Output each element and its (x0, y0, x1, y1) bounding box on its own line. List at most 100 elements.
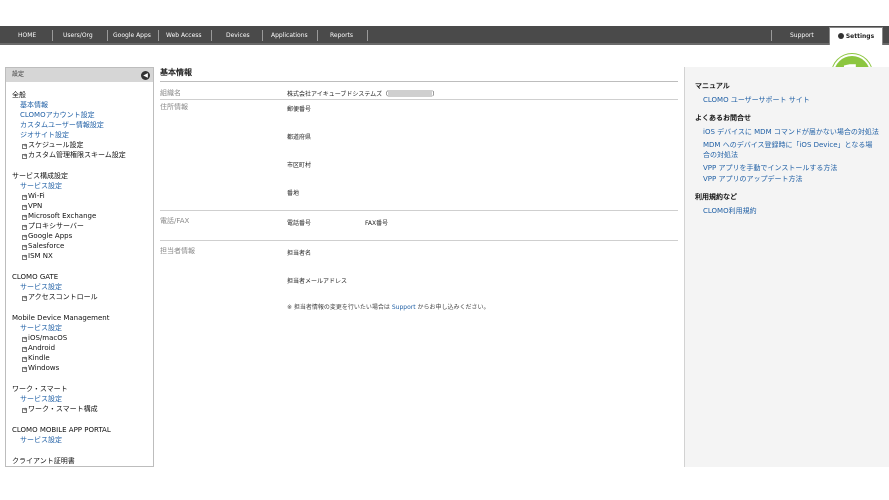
sidebar-header: 設定 ◀ (6, 68, 153, 82)
org-name-value: 株式会社アイキューブドシステムズ（ ） (287, 89, 438, 98)
sidebar-item-permission-scheme[interactable]: +カスタム管理権限スキーム設定 (12, 150, 153, 160)
nav-separator (107, 30, 108, 41)
city-field: 市区町村 (287, 162, 312, 169)
expand-icon: + (22, 143, 28, 149)
sidebar-item-worksmart-config[interactable]: +ワーク・スマート構成 (12, 404, 153, 414)
sidebar-item-access-control[interactable]: +アクセスコントロール (12, 292, 153, 302)
sidebar-link-account[interactable]: CLOMOアカウント設定 (12, 110, 153, 120)
sidebar-item-android[interactable]: +Android (12, 343, 153, 353)
sidebar-link-geosite[interactable]: ジオサイト設定 (12, 130, 153, 140)
nav-support[interactable]: Support (790, 26, 814, 45)
expand-icon: + (22, 204, 28, 210)
sidebar-item-label: Android (28, 344, 56, 352)
nav-devices[interactable]: Devices (226, 26, 250, 45)
sidebar-item-label: Wi-Fi (28, 192, 45, 200)
expand-icon: + (22, 254, 28, 260)
expand-icon: + (22, 356, 28, 362)
expand-icon: + (22, 336, 28, 342)
nav-separator (211, 30, 212, 41)
sidebar-item-label: Google Apps (28, 232, 73, 240)
sidebar-item-exchange[interactable]: +Microsoft Exchange (12, 211, 153, 221)
expand-icon: + (22, 194, 28, 200)
faq-link-vpp-update[interactable]: VPP アプリのアップデート方法 (695, 174, 879, 184)
nav-settings-tab[interactable]: Settings (829, 27, 883, 45)
nav-separator (262, 30, 263, 41)
faq-link-ios-device[interactable]: MDM へのデバイス登録時に「iOS Device」となる場合の対処法 (695, 140, 879, 160)
postal-code-field: 郵便番号 (287, 106, 312, 113)
sidebar-item-label: VPN (28, 202, 43, 210)
faq-link-mdm-command[interactable]: iOS デバイスに MDM コマンドが届かない場合の対処法 (695, 127, 879, 137)
sidebar-header-label: 設定 (12, 71, 25, 78)
sidebar-link-service-settings[interactable]: サービス設定 (12, 181, 153, 191)
nav-web-access[interactable]: Web Access (166, 26, 202, 45)
nav-applications[interactable]: Applications (271, 26, 308, 45)
sidebar-item-google-apps[interactable]: +Google Apps (12, 231, 153, 241)
sidebar-item-wifi[interactable]: +Wi-Fi (12, 191, 153, 201)
sidebar-link-gate-service[interactable]: サービス設定 (12, 282, 153, 292)
gear-icon (837, 33, 844, 39)
faq-link-vpp-install[interactable]: VPP アプリを手動でインストールする方法 (695, 163, 879, 173)
nav-separator (317, 30, 318, 41)
settings-sidebar: 設定 ◀ 全般 基本情報 CLOMOアカウント設定 カスタムユーザー情報設定 ジ… (5, 67, 154, 467)
page-title: 基本情報 (160, 67, 678, 82)
top-navigation: HOME Users/Org Google Apps Web Access De… (0, 26, 889, 45)
sidebar-link-basic-info[interactable]: 基本情報 (12, 100, 153, 110)
sidebar-section-title: クライアント証明書 (12, 457, 75, 465)
expand-icon: + (22, 214, 28, 220)
terms-heading: 利用規約など (695, 193, 737, 201)
sidebar-item-windows[interactable]: +Windows (12, 363, 153, 373)
row-divider (160, 210, 678, 211)
nav-reports[interactable]: Reports (330, 26, 353, 45)
nav-separator (367, 30, 368, 41)
row-divider (160, 99, 678, 100)
basic-info-panel: 基本情報 組織名 株式会社アイキューブドシステムズ（ ） 住所情報 郵便番号 都道… (160, 67, 678, 311)
sidebar-link-portal-service[interactable]: サービス設定 (12, 435, 153, 445)
sidebar-item-ism-nx[interactable]: +ISM NX (12, 251, 153, 261)
sidebar-item-label: iOS/macOS (28, 334, 68, 342)
sidebar-item-vpn[interactable]: +VPN (12, 201, 153, 211)
sidebar-link-custom-user[interactable]: カスタムユーザー情報設定 (12, 120, 153, 130)
expand-icon: + (22, 366, 28, 372)
nav-users-org[interactable]: Users/Org (63, 26, 93, 45)
note-text-suffix: からお申し込みください。 (417, 304, 490, 311)
help-panel: マニュアル CLOMO ユーザーサポート サイト よくあるお問合せ iOS デバ… (684, 67, 889, 467)
nav-google-apps[interactable]: Google Apps (113, 26, 151, 45)
sidebar-item-proxy[interactable]: +プロキシサーバー (12, 221, 153, 231)
contact-change-note: ※ 担当者情報の変更を行いたい場合は Support からお申し込みください。 (287, 302, 490, 311)
sidebar-item-label: Microsoft Exchange (28, 212, 97, 220)
redacted-mask (388, 90, 433, 97)
sidebar-item-salesforce[interactable]: +Salesforce (12, 241, 153, 251)
phone-fax-label: 電話/FAX (160, 217, 190, 225)
sidebar-item-ios-macos[interactable]: +iOS/macOS (12, 333, 153, 343)
sidebar-item-schedule[interactable]: +スケジュール設定 (12, 140, 153, 150)
collapse-sidebar-icon[interactable]: ◀ (141, 71, 150, 80)
terms-link[interactable]: CLOMO利用規約 (695, 206, 879, 216)
faq-heading: よくあるお問合せ (695, 114, 751, 122)
expand-icon: + (22, 346, 28, 352)
expand-icon: + (22, 407, 28, 413)
street-field: 番地 (287, 190, 300, 197)
sidebar-link-mdm-service[interactable]: サービス設定 (12, 323, 153, 333)
contact-name-field: 担当者名 (287, 250, 312, 257)
sidebar-section-title: CLOMO MOBILE APP PORTAL (12, 426, 111, 434)
sidebar-section-title: Mobile Device Management (12, 314, 110, 322)
sidebar-item-label: ISM NX (28, 252, 53, 260)
support-link[interactable]: Support (392, 304, 416, 311)
manual-link-support-site[interactable]: CLOMO ユーザーサポート サイト (695, 95, 879, 105)
sidebar-item-kindle[interactable]: +Kindle (12, 353, 153, 363)
nav-home[interactable]: HOME (18, 26, 36, 45)
fax-field: FAX番号 (365, 220, 389, 227)
expand-icon: + (22, 234, 28, 240)
contact-email-field: 担当者メールアドレス (287, 278, 348, 285)
sidebar-link-worksmart-service[interactable]: サービス設定 (12, 394, 153, 404)
note-text: ※ 担当者情報の変更を行いたい場合は (287, 304, 390, 311)
expand-icon: + (22, 295, 28, 301)
sidebar-section-title: CLOMO GATE (12, 273, 59, 281)
nav-separator (158, 30, 159, 41)
sidebar-section-title: ワーク・スマート (12, 385, 68, 393)
row-divider (160, 240, 678, 241)
sidebar-item-label: Kindle (28, 354, 50, 362)
phone-field: 電話番号 (287, 220, 312, 227)
sidebar-item-label: カスタム管理権限スキーム設定 (28, 151, 126, 159)
sidebar-item-label: プロキシサーバー (28, 222, 84, 230)
